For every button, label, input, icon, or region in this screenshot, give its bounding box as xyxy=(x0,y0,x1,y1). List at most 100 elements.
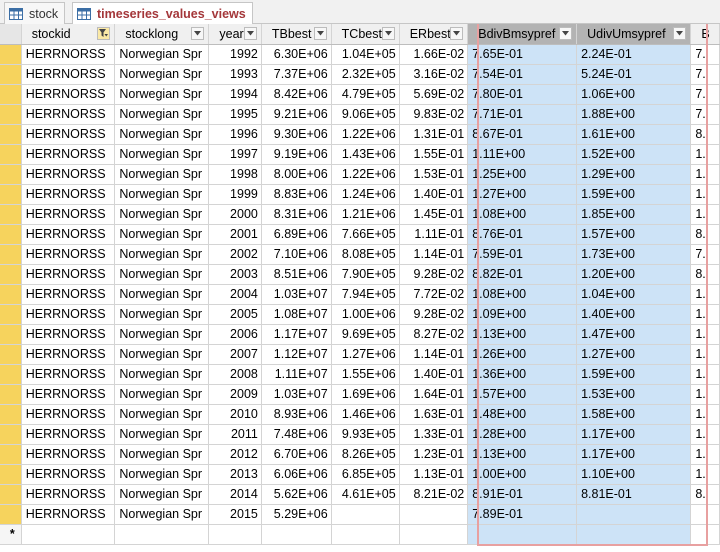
record-selector[interactable] xyxy=(0,384,22,405)
cell-tcbest[interactable]: 1.24E+06 xyxy=(331,184,400,205)
cell-b[interactable]: 1. xyxy=(690,144,720,165)
cell-udivumsypref[interactable]: 1.29E+00 xyxy=(576,164,692,185)
cell-tbbest[interactable]: 7.48E+06 xyxy=(261,424,332,445)
cell-bdivbmsypref[interactable]: 1.08E+00 xyxy=(467,284,578,305)
cell-erbest[interactable]: 8.27E-02 xyxy=(399,324,469,345)
cell-udivumsypref[interactable]: 1.59E+00 xyxy=(576,364,692,385)
sort-filter-dropdown-icon[interactable] xyxy=(450,27,464,40)
cell-year[interactable]: 2014 xyxy=(208,484,262,505)
cell-stockid[interactable]: HERRNORSS xyxy=(21,284,116,305)
cell-erbest[interactable]: 1.40E-01 xyxy=(399,184,469,205)
cell-erbest[interactable]: 1.33E-01 xyxy=(399,424,469,445)
column-header-bdivbmsypref[interactable]: BdivBmsypref xyxy=(467,24,578,45)
new-record-cell[interactable] xyxy=(261,524,332,545)
cell-erbest[interactable]: 1.64E-01 xyxy=(399,384,469,405)
cell-stocklong[interactable]: Norwegian Spr xyxy=(114,404,210,425)
column-header-erbest[interactable]: ERbest xyxy=(399,24,469,45)
cell-year[interactable]: 2013 xyxy=(208,464,262,485)
cell-bdivbmsypref[interactable]: 1.11E+00 xyxy=(467,144,578,165)
cell-stocklong[interactable]: Norwegian Spr xyxy=(114,244,210,265)
cell-stockid[interactable]: HERRNORSS xyxy=(21,484,116,505)
cell-stockid[interactable]: HERRNORSS xyxy=(21,444,116,465)
cell-stocklong[interactable]: Norwegian Spr xyxy=(114,264,210,285)
cell-year[interactable]: 2010 xyxy=(208,404,262,425)
cell-tbbest[interactable]: 8.51E+06 xyxy=(261,264,332,285)
cell-year[interactable]: 2007 xyxy=(208,344,262,365)
new-record-cell[interactable] xyxy=(576,524,692,545)
cell-udivumsypref[interactable]: 1.59E+00 xyxy=(576,184,692,205)
cell-bdivbmsypref[interactable]: 7.65E-01 xyxy=(467,44,578,65)
cell-b[interactable]: 1. xyxy=(690,464,720,485)
cell-tcbest[interactable]: 1.46E+06 xyxy=(331,404,400,425)
cell-erbest[interactable]: 1.63E-01 xyxy=(399,404,469,425)
cell-tcbest[interactable]: 1.21E+06 xyxy=(331,204,400,225)
cell-stocklong[interactable]: Norwegian Spr xyxy=(114,324,210,345)
record-selector[interactable] xyxy=(0,464,22,485)
cell-year[interactable]: 2002 xyxy=(208,244,262,265)
sort-filter-dropdown-icon[interactable] xyxy=(559,27,573,40)
cell-erbest[interactable]: 1.53E-01 xyxy=(399,164,469,185)
cell-b[interactable]: 1. xyxy=(690,304,720,325)
cell-tbbest[interactable]: 8.83E+06 xyxy=(261,184,332,205)
cell-stocklong[interactable]: Norwegian Spr xyxy=(114,84,210,105)
cell-b[interactable]: 7. xyxy=(690,84,720,105)
record-selector[interactable] xyxy=(0,64,22,85)
record-selector[interactable] xyxy=(0,84,22,105)
cell-year[interactable]: 2009 xyxy=(208,384,262,405)
cell-udivumsypref[interactable]: 1.53E+00 xyxy=(576,384,692,405)
cell-udivumsypref[interactable]: 1.88E+00 xyxy=(576,104,692,125)
record-selector[interactable] xyxy=(0,204,22,225)
cell-stockid[interactable]: HERRNORSS xyxy=(21,184,116,205)
cell-year[interactable]: 2008 xyxy=(208,364,262,385)
column-header-year[interactable]: year xyxy=(208,24,262,45)
cell-stockid[interactable]: HERRNORSS xyxy=(21,384,116,405)
cell-tbbest[interactable]: 9.21E+06 xyxy=(261,104,332,125)
cell-tcbest[interactable]: 4.79E+05 xyxy=(331,84,400,105)
cell-year[interactable]: 1995 xyxy=(208,104,262,125)
cell-erbest[interactable]: 1.23E-01 xyxy=(399,444,469,465)
cell-stocklong[interactable]: Norwegian Spr xyxy=(114,444,210,465)
cell-bdivbmsypref[interactable]: 8.82E-01 xyxy=(467,264,578,285)
cell-bdivbmsypref[interactable]: 8.76E-01 xyxy=(467,224,578,245)
cell-tbbest[interactable]: 1.03E+07 xyxy=(261,284,332,305)
cell-bdivbmsypref[interactable]: 7.89E-01 xyxy=(467,504,578,525)
cell-b[interactable]: 1. xyxy=(690,184,720,205)
cell-bdivbmsypref[interactable]: 7.80E-01 xyxy=(467,84,578,105)
cell-tbbest[interactable]: 8.93E+06 xyxy=(261,404,332,425)
new-record-cell[interactable] xyxy=(467,524,578,545)
cell-stockid[interactable]: HERRNORSS xyxy=(21,124,116,145)
record-selector[interactable] xyxy=(0,184,22,205)
cell-udivumsypref[interactable]: 1.47E+00 xyxy=(576,324,692,345)
sort-filter-dropdown-icon[interactable] xyxy=(673,27,687,40)
cell-year[interactable]: 2015 xyxy=(208,504,262,525)
cell-tcbest[interactable]: 8.08E+05 xyxy=(331,244,400,265)
cell-bdivbmsypref[interactable]: 1.00E+00 xyxy=(467,464,578,485)
cell-erbest[interactable]: 1.66E-02 xyxy=(399,44,469,65)
cell-bdivbmsypref[interactable]: 1.13E+00 xyxy=(467,444,578,465)
cell-erbest[interactable]: 1.31E-01 xyxy=(399,124,469,145)
cell-udivumsypref[interactable]: 1.17E+00 xyxy=(576,444,692,465)
cell-stockid[interactable]: HERRNORSS xyxy=(21,224,116,245)
cell-erbest[interactable]: 9.28E-02 xyxy=(399,264,469,285)
new-record-cell[interactable] xyxy=(690,524,720,545)
cell-udivumsypref[interactable]: 1.40E+00 xyxy=(576,304,692,325)
cell-stocklong[interactable]: Norwegian Spr xyxy=(114,124,210,145)
cell-tbbest[interactable]: 6.89E+06 xyxy=(261,224,332,245)
cell-stocklong[interactable]: Norwegian Spr xyxy=(114,164,210,185)
cell-b[interactable]: 8. xyxy=(690,224,720,245)
cell-erbest[interactable] xyxy=(399,504,469,525)
sort-filter-dropdown-icon[interactable] xyxy=(381,27,395,40)
new-record-cell[interactable] xyxy=(399,524,469,545)
record-selector[interactable] xyxy=(0,264,22,285)
cell-bdivbmsypref[interactable]: 1.28E+00 xyxy=(467,424,578,445)
cell-udivumsypref[interactable]: 1.57E+00 xyxy=(576,224,692,245)
record-selector[interactable] xyxy=(0,284,22,305)
cell-bdivbmsypref[interactable]: 1.13E+00 xyxy=(467,324,578,345)
record-selector[interactable] xyxy=(0,164,22,185)
cell-erbest[interactable]: 1.11E-01 xyxy=(399,224,469,245)
cell-stocklong[interactable]: Norwegian Spr xyxy=(114,504,210,525)
cell-stocklong[interactable]: Norwegian Spr xyxy=(114,384,210,405)
cell-b[interactable]: 1. xyxy=(690,404,720,425)
new-record-cell[interactable] xyxy=(21,524,116,545)
cell-tcbest[interactable]: 7.94E+05 xyxy=(331,284,400,305)
